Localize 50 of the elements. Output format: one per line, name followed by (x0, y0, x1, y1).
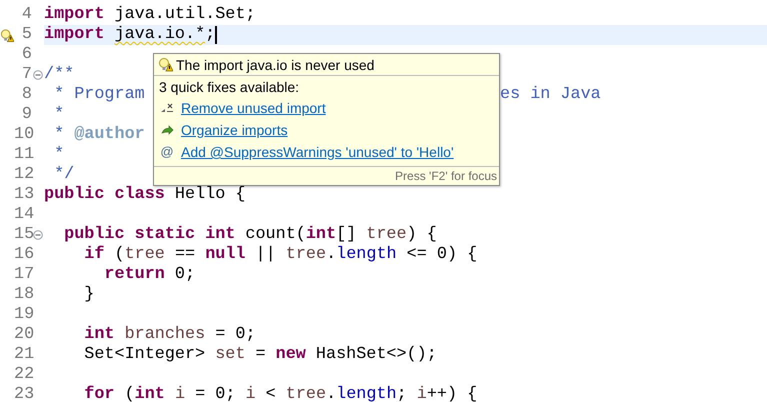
fold-icon[interactable] (33, 70, 43, 80)
line-number: 14 (14, 205, 32, 225)
line-number: 22 (14, 365, 32, 385)
quick-fix-link[interactable]: Organize imports (181, 121, 288, 139)
at-sign-icon: @ (160, 143, 174, 161)
line-number: 21 (14, 345, 32, 365)
line-number: 13 (14, 185, 32, 205)
code-line: for (int i = 0; i < tree.length; i++) { (83, 385, 478, 402)
code-line: import java.util.Set; (44, 5, 256, 25)
code-line: } (83, 285, 94, 305)
line-number: 16 (14, 245, 32, 265)
line-number: 18 (14, 285, 32, 305)
code-text: es in Java (500, 85, 601, 105)
line-number: 20 (14, 325, 32, 345)
code-line: * (53, 105, 64, 125)
code-line: */ (53, 165, 74, 185)
code-line: Set<Integer> set = new HashSet<>(); (83, 345, 437, 365)
quick-fix-link[interactable]: Add @SuppressWarnings 'unused' to 'Hello' (181, 143, 454, 161)
line-number: 11 (14, 145, 32, 165)
line-number: 6 (20, 45, 32, 65)
line-number: 19 (14, 305, 32, 325)
line-number: 8 (20, 85, 32, 105)
line-number: 12 (14, 165, 32, 185)
code-line: * @author (53, 125, 145, 145)
code-line: * (53, 145, 64, 165)
line-number: 17 (14, 265, 32, 285)
code-line: return 0; (103, 265, 196, 285)
code-line: public static int count(int[] tree) { (63, 225, 437, 245)
line-number: 7 (20, 65, 32, 85)
fold-icon[interactable] (33, 230, 43, 240)
line-number: 9 (20, 105, 32, 125)
line-number: 15 (14, 225, 32, 245)
code-line: int branches = 0; (83, 325, 256, 345)
curved-arrow-icon (160, 125, 174, 135)
quick-fix-link[interactable]: Remove unused import (181, 99, 326, 117)
warning-bulb-icon (158, 57, 173, 72)
fixes-count: 3 quick fixes available: (158, 78, 300, 97)
line-number: 23 (14, 385, 32, 402)
code-line: public class Hello { (44, 185, 246, 205)
code-line: if (tree == null || tree.length <= 0) { (83, 245, 478, 265)
focus-hint: Press 'F2' for focus (395, 169, 497, 183)
code-line: * Program (53, 85, 145, 105)
code-line: import java.io.*; (44, 25, 216, 45)
text-cursor (215, 26, 218, 44)
popup-title: The import java.io is never used (176, 56, 374, 74)
line-number: 4 (20, 5, 32, 25)
remove-import-icon (160, 102, 174, 114)
line-number: 10 (14, 125, 32, 145)
line-number: 5 (20, 25, 32, 45)
code-line: /** (44, 65, 74, 85)
